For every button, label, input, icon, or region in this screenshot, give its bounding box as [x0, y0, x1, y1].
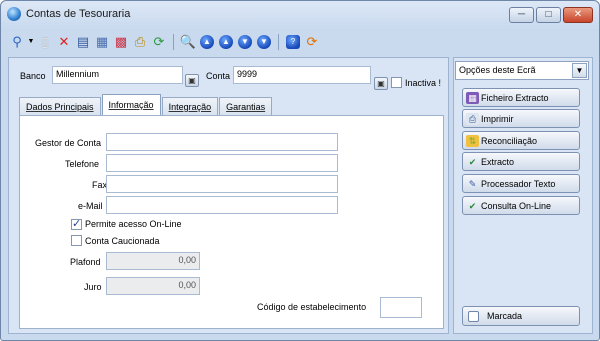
juro-label: Juro [84, 282, 102, 292]
tab-dados-principais[interactable]: Dados Principais [19, 97, 101, 116]
telefone-label: Telefone [65, 159, 100, 169]
juro-field[interactable]: 0,00 [106, 277, 200, 295]
tab-bar: Dados Principais Informação Integração G… [19, 94, 273, 116]
imprimir-label: Imprimir [481, 113, 514, 124]
treasury-accounts-window: Contas de Tesouraria ─ □ ✕ ⚲ ▼ ▯ ✕ ▤ ▦ ▩… [0, 0, 600, 341]
extract-icon: ✔ [468, 156, 477, 167]
codigo-estabelecimento-field[interactable] [380, 297, 422, 318]
minimize-icon: ─ [517, 9, 526, 20]
ficheiro-extracto-button[interactable]: ▦ Ficheiro Extracto [462, 88, 580, 107]
plafond-label: Plafond [70, 257, 101, 267]
close-icon: ✕ [573, 9, 583, 20]
preview-icon[interactable]: 🔍 [180, 34, 196, 50]
conta-caucionada-checkbox[interactable] [71, 235, 82, 246]
main-panel: Banco Millennium ▣ Conta 9999 ▣ Inactiva… [8, 57, 449, 334]
fax-label: Fax [92, 180, 108, 190]
previous-icon[interactable]: ▲ [218, 34, 234, 50]
consulta-online-label: Consulta On-Line [481, 200, 552, 211]
lookup-icon: ▣ [377, 79, 385, 88]
gestor-label: Gestor de Conta [35, 138, 102, 148]
reconciliacao-label: Reconciliação [481, 135, 538, 146]
new-document-icon[interactable]: ▯ [37, 34, 53, 50]
search-icon[interactable]: ⚲ [9, 34, 25, 50]
telefone-field[interactable] [106, 154, 338, 172]
checkbox-icon [468, 310, 479, 322]
email-field[interactable] [106, 196, 338, 214]
conta-lookup-button[interactable]: ▣ [374, 77, 388, 90]
maximize-icon: □ [545, 9, 552, 20]
minimize-button[interactable]: ─ [509, 7, 534, 23]
print-icon: ⎙ [466, 112, 479, 125]
refresh-icon[interactable]: ⟳ [151, 34, 167, 50]
reconciliacao-button[interactable]: ⇅ Reconciliação [462, 131, 580, 150]
tab-garantias[interactable]: Garantias [219, 97, 273, 116]
online-access-checkbox[interactable] [71, 217, 82, 230]
inactiva-checkbox[interactable] [391, 77, 402, 88]
options-select-value: Opções deste Ecrã [459, 65, 536, 75]
title-bar: Contas de Tesouraria ─ □ ✕ [1, 1, 599, 31]
text-editor-icon: ✎ [468, 178, 477, 189]
first-icon[interactable]: ▲ [199, 34, 215, 50]
conta-label: Conta [206, 71, 231, 81]
conta-caucionada-label: Conta Caucionada [85, 236, 160, 246]
inactiva-label: Inactiva ! [405, 78, 442, 88]
delete-icon[interactable]: ✕ [56, 34, 72, 50]
banco-lookup-button[interactable]: ▣ [185, 74, 199, 87]
window-title: Contas de Tesouraria [26, 8, 131, 20]
ficheiro-extracto-label: Ficheiro Extracto [481, 92, 549, 103]
email-label: e-Mail [78, 201, 103, 211]
toolbar-separator [278, 34, 279, 50]
next-icon[interactable]: ▼ [237, 34, 253, 50]
informacao-tab-panel: Gestor de Conta Telefone Fax e-Mail Perm… [19, 115, 444, 329]
processador-texto-label: Processador Texto [481, 178, 556, 189]
grid-icon[interactable]: ▦ [94, 34, 110, 50]
tab-integracao[interactable]: Integração [161, 97, 219, 116]
marcada-label: Marcada [487, 311, 523, 321]
close-button[interactable]: ✕ [563, 7, 593, 23]
toolbar-separator [173, 34, 174, 50]
close-app-icon[interactable]: ⟳ [304, 34, 320, 50]
tab-informacao[interactable]: Informação [101, 94, 161, 116]
lookup-icon: ▣ [188, 76, 196, 85]
plafond-field[interactable]: 0,00 [106, 252, 200, 270]
consulta-online-button[interactable]: ✔ Consulta On-Line [462, 196, 580, 215]
conta-field[interactable]: 9999 [233, 66, 371, 84]
online-access-label: Permite acesso On-Line [85, 219, 182, 229]
options-panel: Opções deste Ecrã ▼ ▦ Ficheiro Extracto … [453, 57, 593, 334]
processador-texto-button[interactable]: ✎ Processador Texto [462, 174, 580, 193]
app-icon [7, 7, 21, 21]
extracto-label: Extracto [481, 156, 515, 167]
print-icon[interactable]: ⎙ [132, 34, 148, 50]
export-icon[interactable]: ▩ [113, 34, 129, 50]
imprimir-button[interactable]: ⎙ Imprimir [462, 109, 580, 128]
last-icon[interactable]: ▼ [256, 34, 272, 50]
gestor-field[interactable] [106, 133, 338, 151]
dropdown-arrow-icon[interactable]: ▼ [28, 34, 35, 50]
maximize-button[interactable]: □ [536, 7, 561, 23]
marcada-button[interactable]: Marcada [462, 306, 580, 326]
file-extract-icon: ▦ [466, 91, 479, 104]
banco-field[interactable]: Millennium [52, 66, 183, 84]
codigo-estabelecimento-label: Código de estabelecimento [257, 302, 367, 312]
options-select[interactable]: Opções deste Ecrã ▼ [455, 61, 589, 80]
fax-field[interactable] [106, 175, 338, 193]
toolbar: ⚲ ▼ ▯ ✕ ▤ ▦ ▩ ⎙ ⟳ 🔍 ▲ ▲ ▼ ▼ ? ⟳ [9, 31, 320, 53]
reconcile-icon: ⇅ [466, 134, 479, 147]
extracto-button[interactable]: ✔ Extracto [462, 152, 580, 171]
chevron-down-icon: ▼ [572, 63, 587, 78]
online-query-icon: ✔ [468, 200, 477, 211]
properties-icon[interactable]: ▤ [75, 34, 91, 50]
banco-label: Banco [20, 71, 46, 81]
help-icon[interactable]: ? [285, 34, 301, 50]
